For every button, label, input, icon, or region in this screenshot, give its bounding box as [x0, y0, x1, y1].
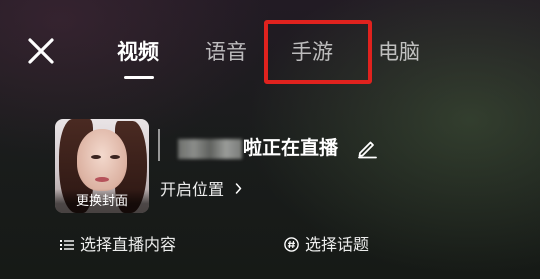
select-topic-button[interactable]: 选择话题 [284, 234, 369, 256]
chevron-right-icon [235, 178, 242, 200]
tab-video[interactable]: 视频 [117, 38, 159, 66]
hashtag-icon [284, 237, 299, 252]
select-live-content-button[interactable]: 选择直播内容 [60, 234, 176, 256]
list-icon [60, 240, 74, 250]
edit-title-button[interactable] [356, 137, 378, 159]
cover-photo-lips [95, 177, 109, 182]
tab-computer[interactable]: 电脑 [378, 38, 420, 66]
cover-photo-eye [110, 155, 120, 159]
close-icon [28, 38, 54, 64]
title-cursor-divider [158, 129, 160, 161]
close-button[interactable] [26, 36, 56, 66]
select-topic-label: 选择话题 [305, 235, 370, 254]
active-tab-indicator [124, 76, 154, 79]
cover-thumbnail[interactable]: 更换封面 [55, 119, 149, 213]
pencil-icon [358, 141, 377, 159]
cover-photo-eye [91, 155, 101, 159]
location-label: 开启位置 [160, 180, 225, 199]
live-title-input[interactable]: 啦正在直播 [243, 136, 338, 160]
tab-mobile-game[interactable]: 手游 [291, 38, 333, 66]
select-live-content-label: 选择直播内容 [80, 235, 177, 254]
enable-location-button[interactable]: 开启位置 [160, 178, 242, 201]
change-cover-label: 更换封面 [55, 189, 149, 213]
tab-voice[interactable]: 语音 [205, 38, 247, 66]
blurred-username [178, 139, 242, 159]
